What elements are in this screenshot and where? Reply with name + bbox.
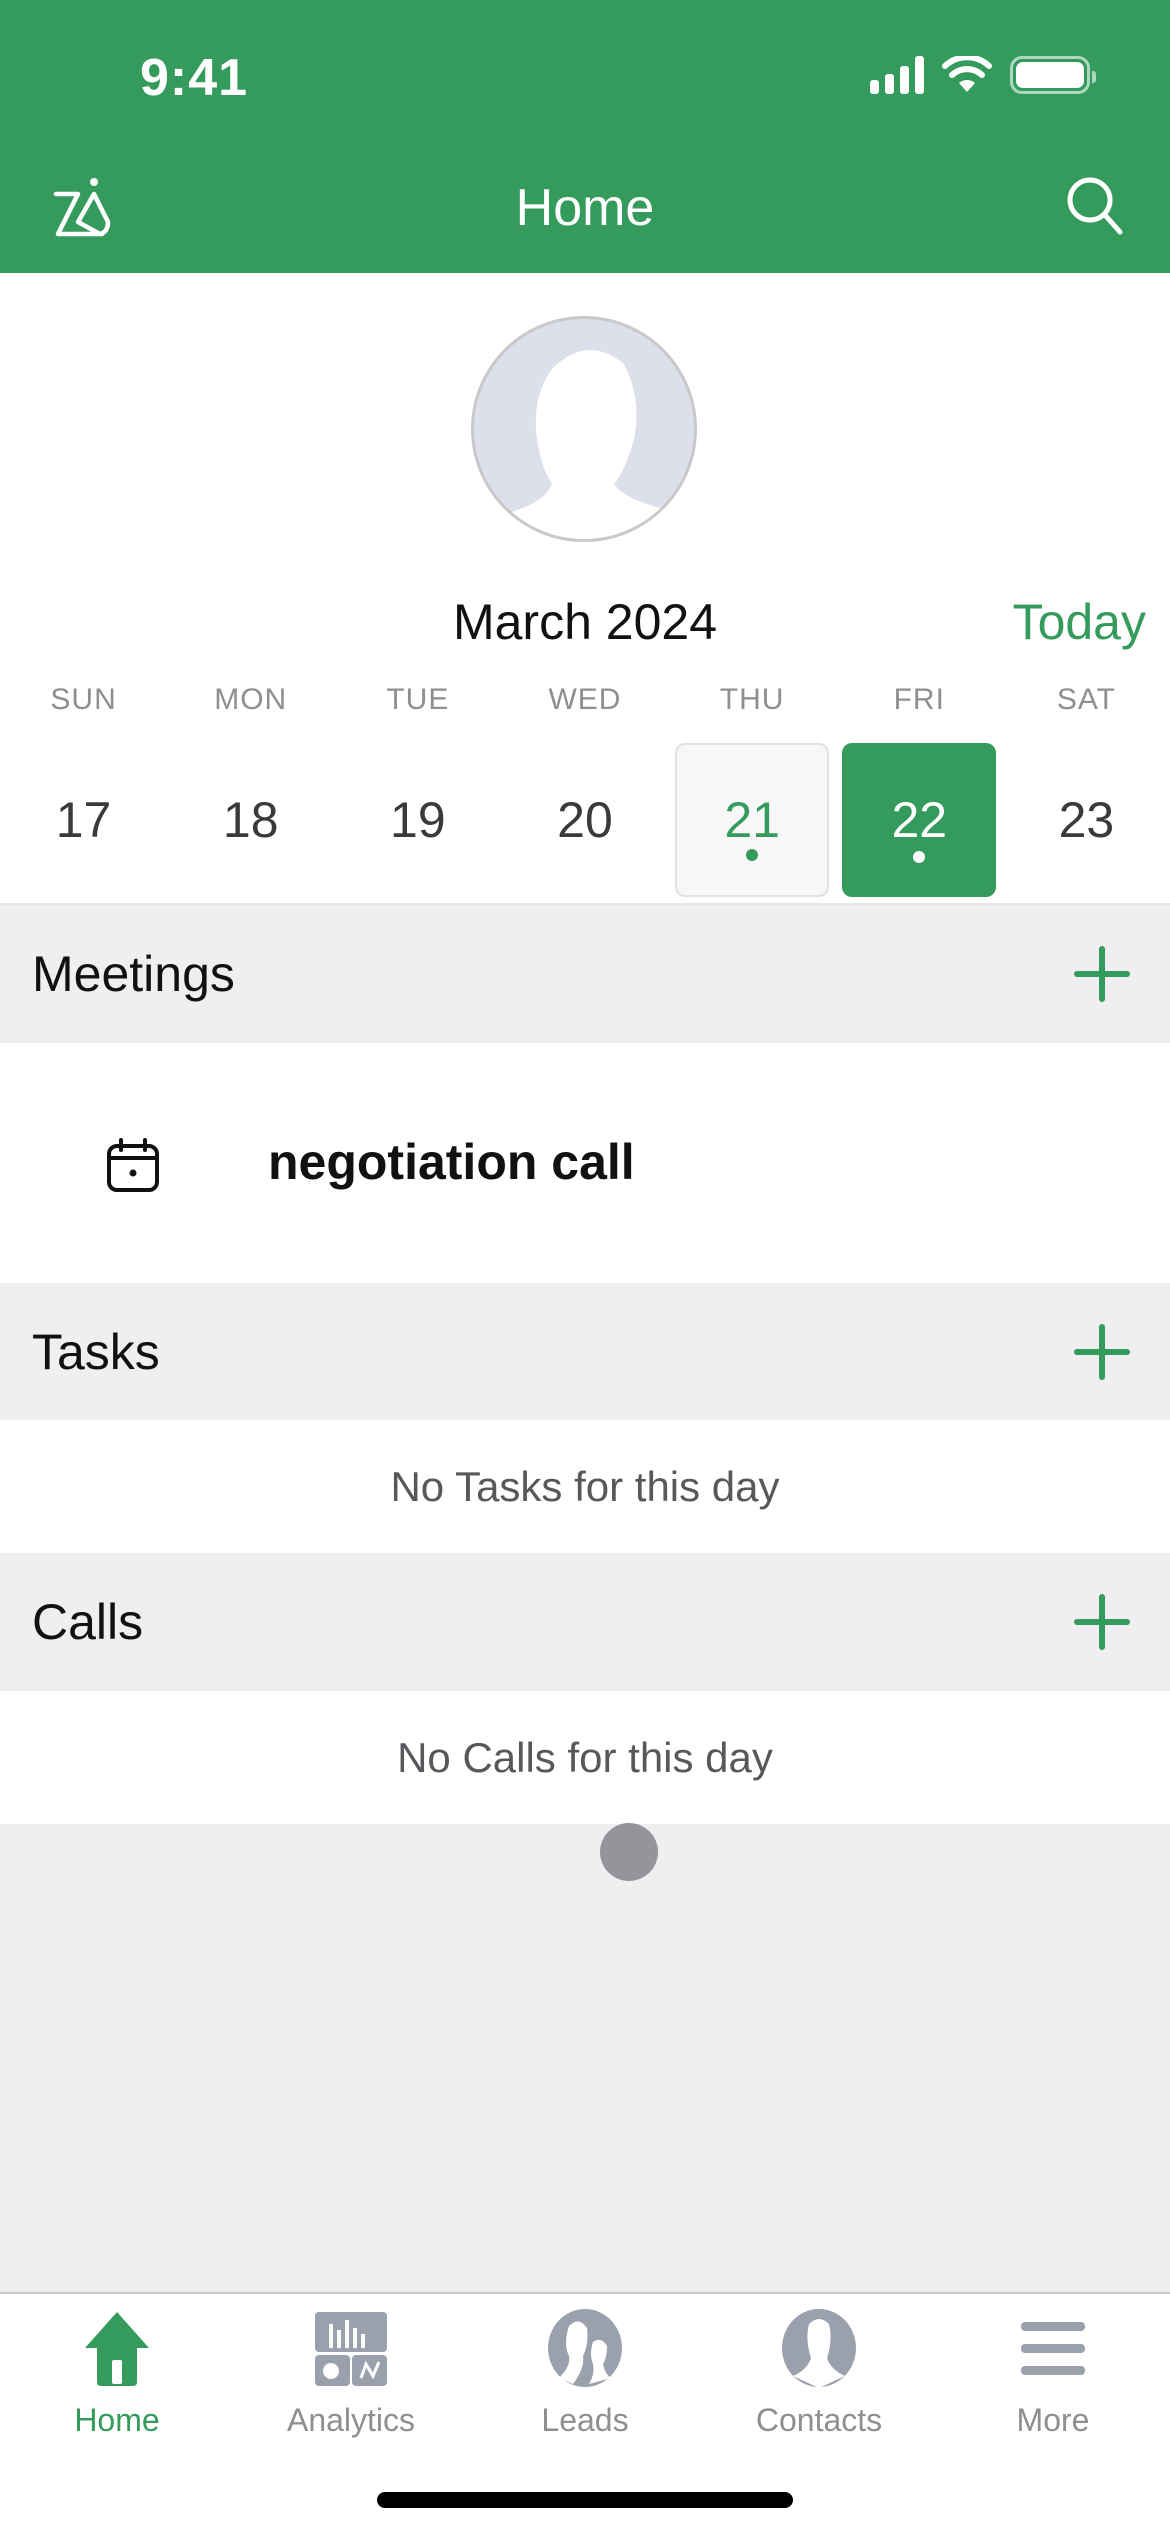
weekday-row: SUN MON TUE WED THU FRI SAT [0, 683, 1170, 717]
date-number: 21 [724, 792, 780, 848]
weekday-label: FRI [893, 683, 945, 716]
tasks-empty-state: No Tasks for this day [0, 1420, 1170, 1553]
status-icons [870, 56, 1096, 94]
tab-label: Analytics [286, 2402, 416, 2438]
cellular-signal-icon [870, 56, 924, 94]
add-meeting-button[interactable] [1074, 946, 1130, 1002]
battery-icon [1010, 56, 1096, 94]
calls-section-header: Calls [0, 1553, 1170, 1691]
meetings-section-header: Meetings [0, 905, 1170, 1043]
calendar-icon [107, 1138, 159, 1192]
calls-empty-state: No Calls for this day [0, 1691, 1170, 1824]
section-title: Meetings [32, 946, 235, 1002]
weekday-label: MON [214, 683, 288, 716]
home-indicator [377, 2492, 793, 2508]
leads-icon [548, 2309, 622, 2387]
date-number: 19 [390, 792, 446, 848]
weekday-label: SAT [1056, 683, 1116, 716]
selected-date[interactable]: 22 [842, 743, 997, 897]
date-cell[interactable]: 22 [836, 743, 1003, 897]
section-title: Tasks [32, 1323, 160, 1380]
add-task-button[interactable] [1074, 1323, 1130, 1380]
status-time: 9:41 [140, 49, 249, 107]
tab-label: More [1016, 2402, 1090, 2438]
tasks-section-header: Tasks [0, 1283, 1170, 1420]
tab-more[interactable]: More [936, 2308, 1170, 2439]
weekday-label: SUN [50, 683, 117, 716]
contacts-icon [782, 2309, 856, 2388]
date-number: 20 [557, 792, 613, 848]
today-button[interactable]: Today [1013, 593, 1146, 651]
tab-label: Leads [541, 2402, 629, 2438]
weekday-label: TUE [386, 683, 450, 716]
event-indicator-dot [913, 851, 926, 863]
avatar-placeholder-icon [479, 350, 689, 539]
date-cell[interactable]: 18 [167, 743, 334, 897]
date-number: 17 [55, 792, 112, 848]
date-number: 22 [891, 792, 948, 848]
date[interactable]: 19 [341, 743, 495, 897]
today-date[interactable]: 21 [675, 743, 830, 897]
menu-icon [1021, 2322, 1085, 2375]
meeting-title: negotiation call [268, 1134, 635, 1190]
date[interactable]: 18 [174, 743, 328, 897]
page-title: Home [515, 179, 655, 237]
tab-contacts[interactable]: Contacts [702, 2308, 936, 2439]
tab-leads[interactable]: Leads [468, 2308, 702, 2439]
date-number: 23 [1058, 792, 1115, 848]
date[interactable]: 17 [7, 743, 161, 897]
analytics-icon [315, 2312, 387, 2386]
assistive-touch-dot[interactable] [600, 1823, 658, 1881]
wifi-icon [942, 56, 992, 92]
event-indicator-dot [746, 849, 759, 861]
app-header: 9:41 Home [0, 0, 1170, 273]
add-call-button[interactable] [1074, 1594, 1130, 1650]
weekday-label: WED [548, 683, 622, 716]
date[interactable]: 20 [508, 743, 662, 897]
month-label: March 2024 [452, 594, 718, 650]
tab-analytics[interactable]: Analytics [234, 2308, 468, 2439]
search-icon[interactable] [1060, 170, 1130, 240]
weekday-label: THU [719, 683, 785, 716]
date-cell[interactable]: 19 [334, 743, 501, 897]
tab-label: Home [74, 2402, 160, 2438]
date-number: 18 [222, 792, 279, 848]
calendar-panel: March 2024 Today SUN MON TUE WED THU FRI… [0, 273, 1170, 905]
tab-home[interactable]: Home [0, 2308, 234, 2439]
meeting-list-item[interactable]: negotiation call [0, 1043, 1170, 1283]
section-title: Calls [32, 1594, 144, 1650]
date-cell[interactable]: 20 [501, 743, 668, 897]
date-row: 17 18 19 20 21 22 23 [0, 743, 1170, 897]
avatar[interactable] [471, 316, 697, 542]
date-cell[interactable]: 17 [0, 743, 167, 897]
date-cell[interactable]: 23 [1003, 743, 1170, 897]
date[interactable]: 23 [1009, 743, 1163, 897]
home-icon [85, 2312, 149, 2386]
tab-label: Contacts [755, 2402, 883, 2438]
date-cell[interactable]: 21 [669, 743, 836, 897]
